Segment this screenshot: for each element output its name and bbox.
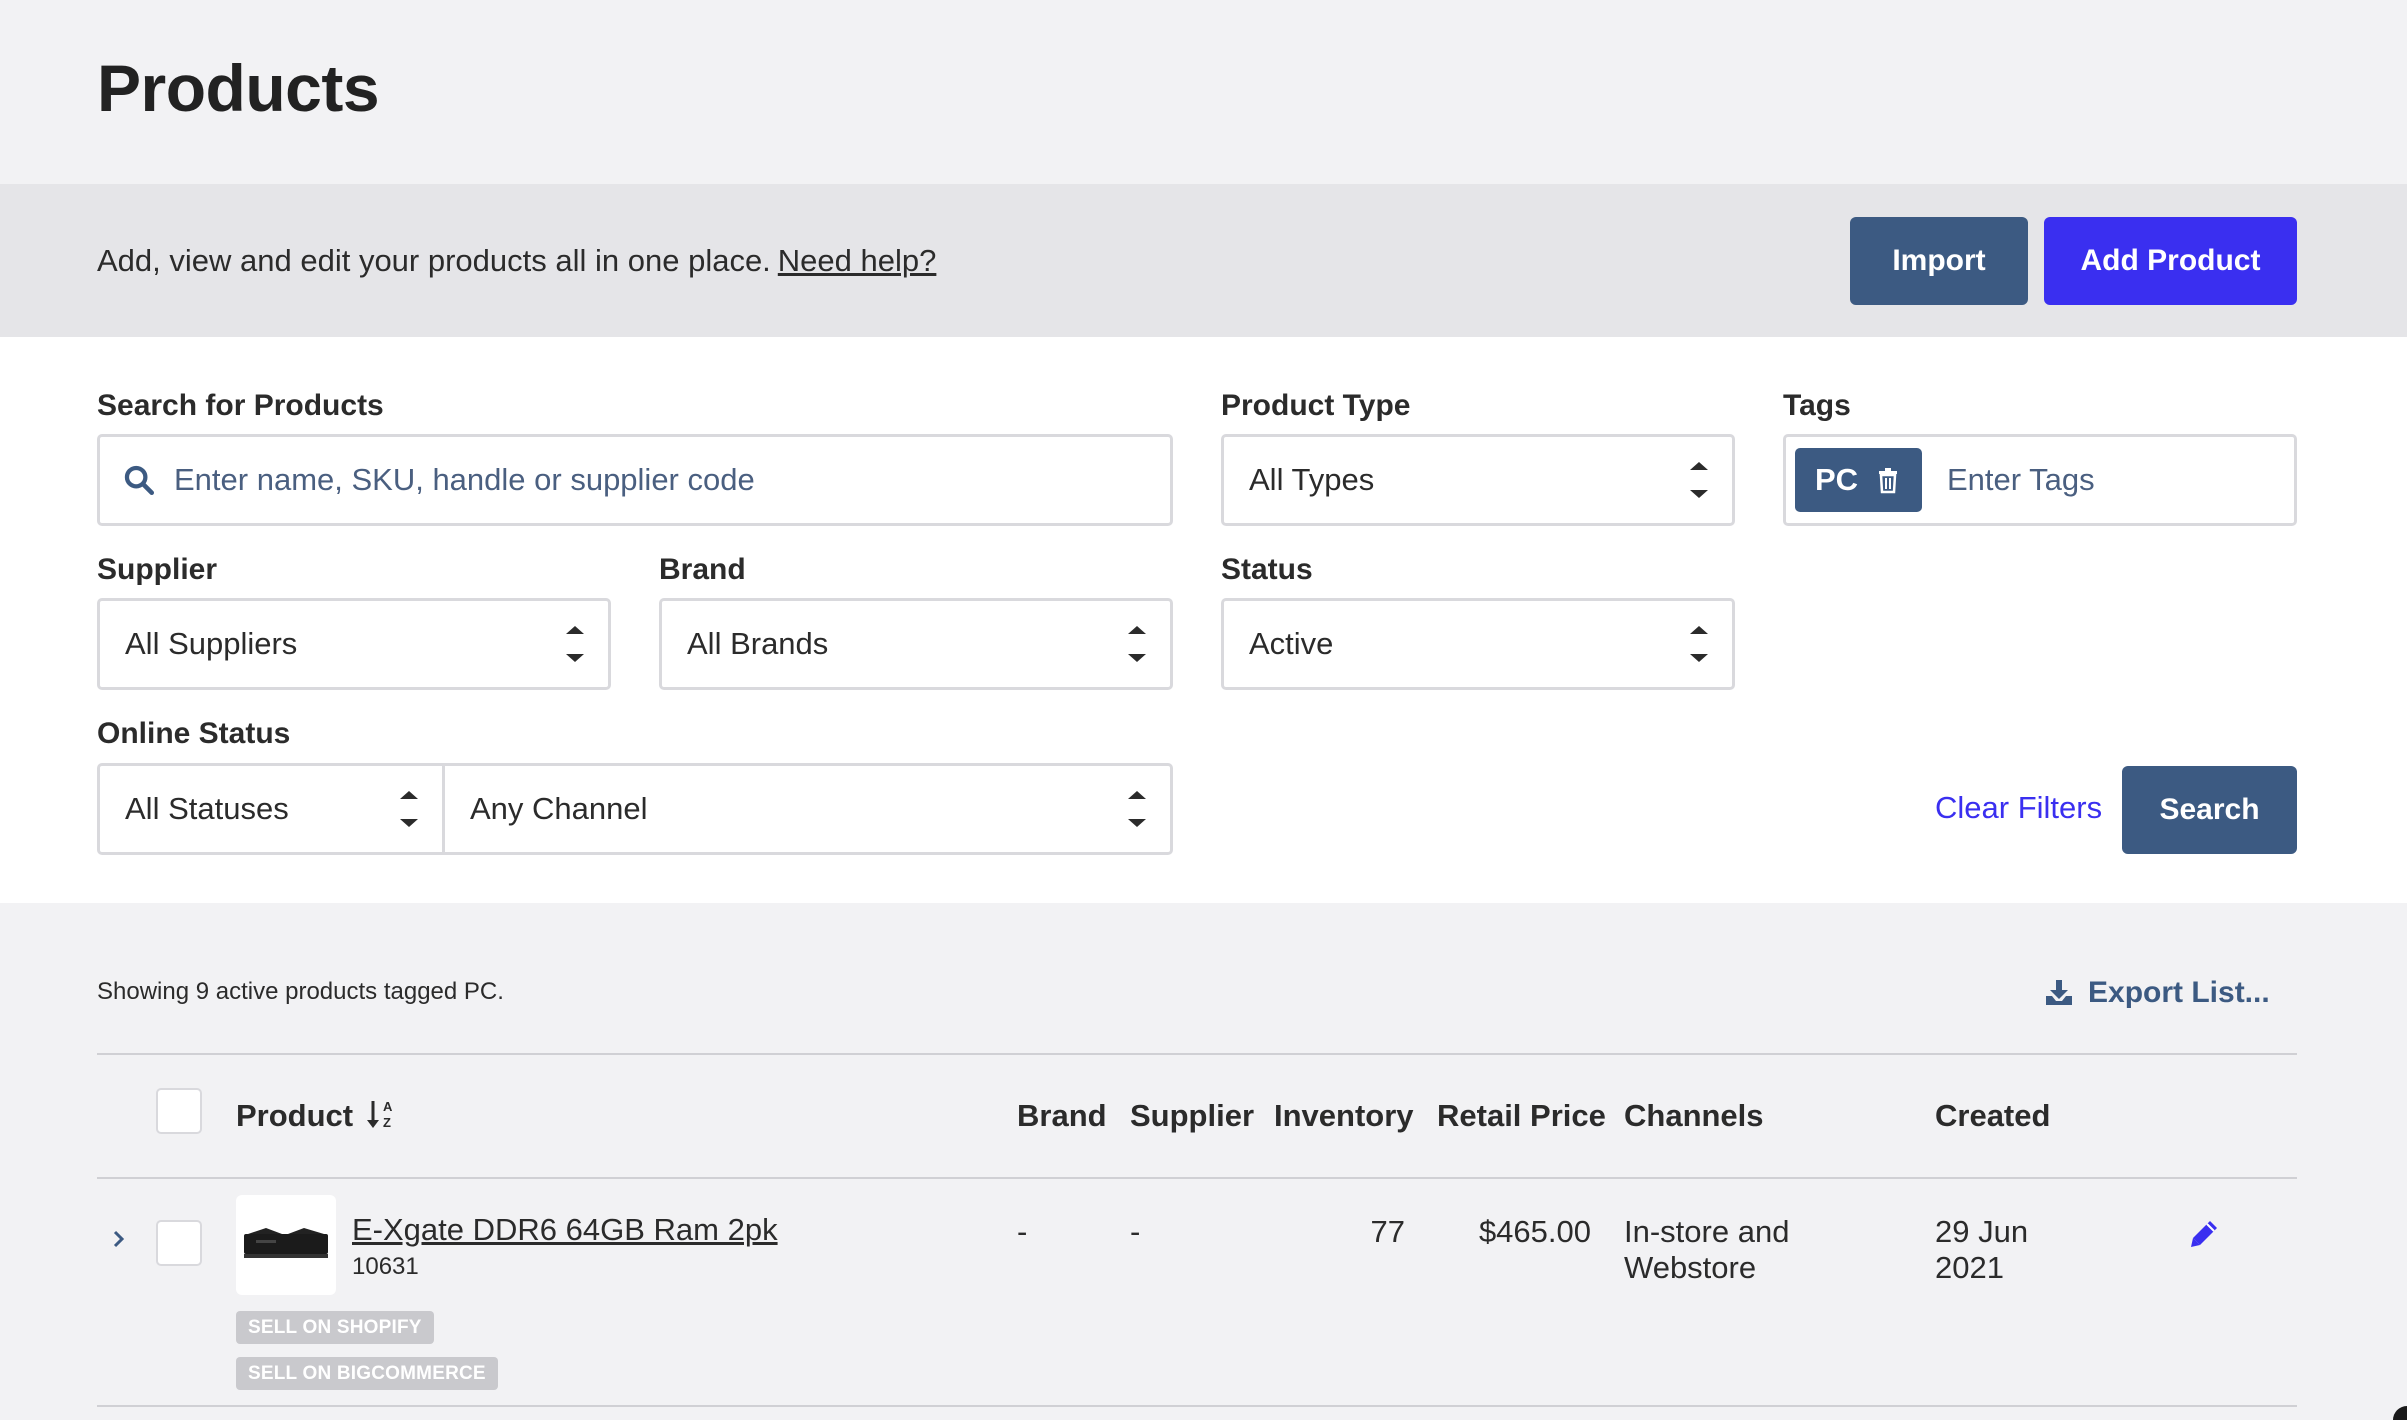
tags-label: Tags	[1783, 389, 1851, 422]
status-select[interactable]: Active	[1221, 598, 1735, 690]
badge-sell-on-shopify: SELL ON SHOPIFY	[236, 1311, 434, 1344]
product-brand: -	[1017, 1214, 1028, 1249]
tags-input[interactable]: PC Enter Tags	[1783, 434, 2297, 526]
row-checkbox[interactable]	[156, 1220, 202, 1266]
product-type-select[interactable]: All Types	[1221, 434, 1735, 526]
select-arrows-icon	[1126, 785, 1148, 833]
export-list-button[interactable]: Export List...	[2044, 976, 2270, 1010]
select-arrows-icon	[1126, 620, 1148, 668]
search-button[interactable]: Search	[2122, 766, 2297, 854]
divider	[97, 1177, 2297, 1179]
brand-value: All Brands	[687, 626, 829, 661]
channel-value: Any Channel	[470, 791, 648, 826]
select-arrows-icon	[398, 785, 420, 833]
column-header-brand[interactable]: Brand	[1017, 1098, 1107, 1134]
page-title: Products	[97, 51, 380, 125]
select-arrows-icon	[564, 620, 586, 668]
column-product-label: Product	[236, 1098, 354, 1133]
pencil-edit-icon[interactable]	[2188, 1218, 2220, 1250]
tag-chip-pc: PC	[1795, 448, 1922, 512]
divider	[97, 1053, 2297, 1055]
divider	[97, 1405, 2297, 1407]
product-thumbnail	[236, 1195, 336, 1295]
select-arrows-icon	[1688, 456, 1710, 504]
status-label: Status	[1221, 553, 1313, 586]
brand-label: Brand	[659, 553, 746, 586]
search-icon	[124, 465, 155, 496]
supplier-select[interactable]: All Suppliers	[97, 598, 611, 690]
page-header: Products	[0, 0, 2407, 184]
product-supplier: -	[1130, 1214, 1141, 1249]
select-all-checkbox[interactable]	[156, 1088, 202, 1134]
search-label: Search for Products	[97, 389, 384, 422]
select-arrows-icon	[1688, 620, 1710, 668]
product-channels-line2: Webstore	[1624, 1250, 1757, 1285]
column-header-channels[interactable]: Channels	[1624, 1098, 1764, 1134]
badge-sell-on-bigcommerce: SELL ON BIGCOMMERCE	[236, 1357, 498, 1390]
download-icon	[2046, 980, 2072, 1005]
online-status-label: Online Status	[97, 717, 291, 750]
clear-filters-link[interactable]: Clear Filters	[1935, 790, 2102, 826]
column-header-retail-price[interactable]: Retail Price	[1437, 1098, 1606, 1134]
intro-text: Add, view and edit your products all in …	[97, 184, 936, 337]
ram-image-icon	[244, 1228, 328, 1258]
product-retail-price: $465.00	[1478, 1214, 1591, 1249]
supplier-label: Supplier	[97, 553, 218, 586]
column-header-product[interactable]: Product A Z	[236, 1098, 400, 1134]
tag-chip-label: PC	[1815, 462, 1859, 497]
product-name-link[interactable]: E-Xgate DDR6 64GB Ram 2pk	[352, 1212, 778, 1248]
intro-description: Add, view and edit your products all in …	[97, 243, 771, 278]
search-placeholder: Enter name, SKU, handle or supplier code	[174, 462, 755, 497]
svg-text:Z: Z	[383, 1115, 391, 1130]
product-sku: 10631	[352, 1253, 419, 1280]
tags-placeholder: Enter Tags	[1947, 462, 2095, 497]
product-type-label: Product Type	[1221, 389, 1411, 422]
supplier-value: All Suppliers	[125, 626, 298, 661]
export-list-label: Export List...	[2088, 976, 2270, 1009]
search-input[interactable]: Enter name, SKU, handle or supplier code	[97, 434, 1173, 526]
online-status-select[interactable]: All Statuses	[100, 766, 445, 852]
column-header-inventory[interactable]: Inventory	[1274, 1098, 1414, 1134]
product-created-line1: 29 Jun	[1935, 1214, 2029, 1249]
column-header-created[interactable]: Created	[1935, 1098, 2050, 1134]
product-type-value: All Types	[1249, 462, 1375, 497]
chevron-right-icon[interactable]	[106, 1226, 132, 1252]
column-header-supplier[interactable]: Supplier	[1130, 1098, 1254, 1134]
online-status-group: All Statuses Any Channel	[97, 763, 1173, 855]
trash-icon[interactable]	[1876, 466, 1900, 494]
brand-select[interactable]: All Brands	[659, 598, 1173, 690]
results-summary: Showing 9 active products tagged PC.	[97, 978, 504, 1005]
product-inventory: 77	[1370, 1214, 1405, 1249]
need-help-link[interactable]: Need help?	[778, 243, 937, 278]
product-created-line2: 2021	[1935, 1250, 2004, 1285]
svg-text:A: A	[383, 1099, 393, 1114]
add-product-button[interactable]: Add Product	[2044, 217, 2297, 305]
product-channels-line1: In-store and	[1624, 1214, 1790, 1249]
channel-select[interactable]: Any Channel	[445, 766, 1170, 852]
online-status-value: All Statuses	[125, 791, 289, 826]
import-button[interactable]: Import	[1850, 217, 2028, 305]
status-value: Active	[1249, 626, 1334, 661]
sort-alpha-icon: A Z	[366, 1099, 393, 1130]
